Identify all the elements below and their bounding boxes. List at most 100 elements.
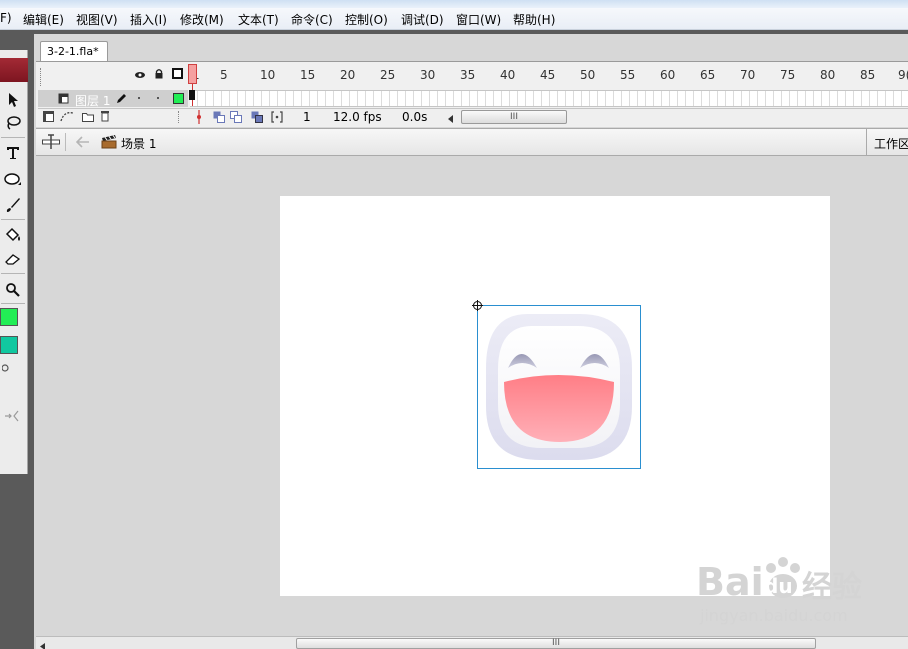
timeline-toggle-icon[interactable] — [42, 134, 60, 153]
menu-edit[interactable]: 编辑(E) — [23, 11, 64, 28]
scroll-thumb-grip: III — [510, 112, 518, 122]
ruler-label: 35 — [460, 68, 476, 82]
ruler-label: 55 — [620, 68, 636, 82]
stroke-color-swatch[interactable] — [0, 308, 18, 326]
ruler-label: 75 — [780, 68, 796, 82]
layer-divider-grip[interactable] — [178, 111, 182, 123]
scroll-left-arrow-icon[interactable] — [40, 639, 45, 649]
menu-debug[interactable]: 调试(D) — [401, 11, 444, 28]
watermark-url: jingyan.baidu.com — [700, 606, 848, 625]
timeline-grip[interactable] — [40, 68, 43, 86]
oval-tool-icon[interactable] — [2, 170, 24, 190]
menu-window[interactable]: 窗口(W) — [456, 11, 501, 28]
ruler-label: 60 — [660, 68, 676, 82]
ruler-label: 5 — [220, 68, 228, 82]
document-tab-title: 3-2-1.fla* — [47, 45, 99, 58]
scroll-thumb-grip: III — [552, 638, 560, 648]
text-tool-icon[interactable] — [2, 143, 24, 163]
brush-tool-icon[interactable] — [2, 195, 24, 215]
tools-panel-header[interactable] — [0, 58, 28, 82]
edit-bar: 场景 1 工作区 — [36, 128, 908, 156]
center-frame-icon[interactable] — [195, 110, 203, 127]
frame-ruler: 1 5 10 15 20 25 30 35 40 45 50 55 60 65 … — [190, 64, 908, 86]
watermark-brand-a: Bai — [696, 560, 764, 604]
add-layer-icon[interactable] — [43, 111, 54, 125]
ruler-label: 10 — [260, 68, 276, 82]
add-motion-guide-icon[interactable] — [60, 110, 74, 125]
onion-skin-outlines-icon[interactable] — [230, 111, 242, 126]
lock-dot[interactable] — [157, 97, 159, 99]
eye-icon[interactable] — [134, 69, 146, 83]
modify-onion-markers-icon[interactable] — [271, 111, 283, 126]
watermark-brand-b: du — [764, 574, 793, 598]
scroll-left-arrow-icon[interactable] — [448, 112, 454, 126]
zoom-tool-icon[interactable] — [2, 280, 24, 300]
elapsed-time: 0.0s — [402, 110, 428, 124]
ruler-label: 45 — [540, 68, 556, 82]
workspace-menu[interactable]: 工作区 — [874, 135, 908, 152]
ruler-label: 20 — [340, 68, 356, 82]
ruler-label: 30 — [420, 68, 436, 82]
menu-commands[interactable]: 命令(C) — [291, 11, 333, 28]
tools-panel — [0, 50, 28, 474]
stage-scroll-thumb[interactable]: III — [296, 638, 816, 649]
scene-clapper-icon — [101, 134, 117, 152]
baidu-jingyan-watermark: Bai du 经验 jingyan.baidu.com — [696, 552, 896, 632]
menu-text[interactable]: 文本(T) — [238, 11, 279, 28]
document-tab[interactable]: 3-2-1.fla* — [40, 41, 108, 61]
title-strip — [0, 0, 908, 8]
pencil-icon — [115, 93, 127, 108]
playhead[interactable] — [188, 64, 197, 106]
laughing-face-graphic[interactable] — [478, 306, 642, 470]
current-frame: 1 — [303, 110, 311, 124]
frame-grid[interactable] — [190, 90, 908, 107]
ruler-label: 15 — [300, 68, 316, 82]
tools-separator — [1, 137, 25, 138]
tools-separator — [1, 303, 25, 304]
onion-skin-icon[interactable] — [213, 111, 225, 126]
frame-rate[interactable]: 12.0 fps — [333, 110, 382, 124]
lock-icon[interactable] — [154, 68, 164, 82]
ruler-label: 65 — [700, 68, 716, 82]
edit-bar-separator — [65, 133, 66, 151]
menu-file[interactable]: F) — [0, 11, 12, 25]
ruler-label: 85 — [860, 68, 876, 82]
edit-multiple-frames-icon[interactable] — [251, 111, 263, 126]
selection-tool-icon[interactable] — [2, 90, 24, 110]
edit-bar-separator — [866, 129, 867, 155]
tool-options-icon[interactable] — [2, 406, 24, 426]
menu-help[interactable]: 帮助(H) — [513, 11, 555, 28]
watermark-brand-c: 经验 — [802, 570, 862, 605]
lasso-tool-icon[interactable] — [2, 113, 24, 133]
menu-control[interactable]: 控制(O) — [345, 11, 388, 28]
layer-color-box[interactable] — [173, 93, 184, 104]
tools-separator — [1, 273, 25, 274]
timeline-scroll-thumb[interactable]: III — [461, 110, 567, 124]
registration-point-icon — [472, 300, 483, 314]
selection-bounding-box[interactable] — [477, 305, 641, 469]
back-arrow-icon[interactable] — [75, 136, 90, 151]
insert-folder-icon[interactable] — [82, 111, 94, 125]
scene-name[interactable]: 场景 1 — [121, 135, 156, 152]
menu-bar: F) 编辑(E) 视图(V) 插入(I) 修改(M) 文本(T) 命令(C) 控… — [0, 0, 908, 30]
menu-insert[interactable]: 插入(I) — [130, 11, 167, 28]
menu-modify[interactable]: 修改(M) — [180, 11, 224, 28]
timeline-status-bar: 1 12.0 fps 0.0s III — [38, 108, 908, 126]
layer-row[interactable]: 图层 1 — [38, 90, 188, 109]
fill-color-swatch[interactable] — [0, 336, 18, 354]
ruler-label: 80 — [820, 68, 836, 82]
ruler-label: 25 — [380, 68, 396, 82]
outline-icon[interactable] — [172, 68, 183, 79]
tools-separator — [1, 219, 25, 220]
eraser-tool-icon[interactable] — [2, 249, 24, 269]
visibility-dot[interactable] — [138, 97, 140, 99]
layer-name[interactable]: 图层 1 — [75, 92, 110, 109]
menu-view[interactable]: 视图(V) — [76, 11, 118, 28]
ruler-label: 70 — [740, 68, 756, 82]
ruler-label: 50 — [580, 68, 596, 82]
ruler-label: 9( — [898, 68, 908, 82]
delete-layer-icon[interactable] — [100, 110, 110, 125]
layer-type-icon — [58, 93, 69, 107]
paint-bucket-tool-icon[interactable] — [2, 225, 24, 245]
swap-colors-icon[interactable] — [0, 358, 18, 378]
